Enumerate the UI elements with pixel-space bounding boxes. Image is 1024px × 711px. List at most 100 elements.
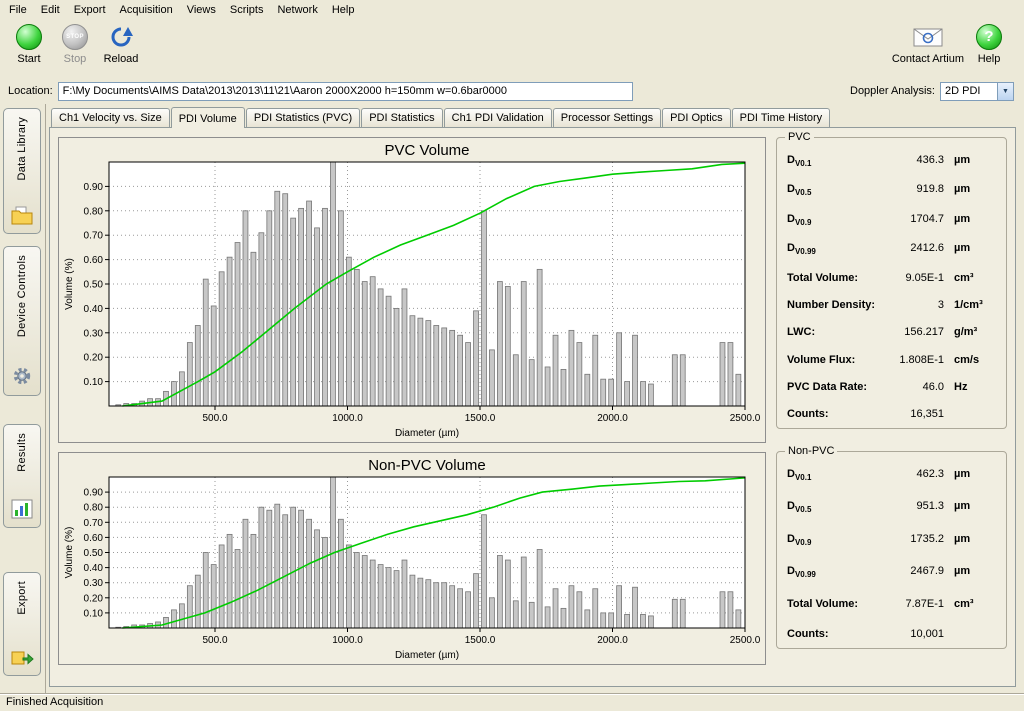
stat-unit: cm³ bbox=[954, 272, 996, 284]
svg-text:2500.0: 2500.0 bbox=[730, 635, 761, 646]
stat-value: 7.87E-1 bbox=[858, 598, 954, 610]
location-input[interactable]: F:\My Documents\AIMS Data\2013\2013\11\2… bbox=[58, 82, 633, 101]
stat-label: Total Volume: bbox=[787, 272, 858, 284]
tab-pdi-statistics[interactable]: PDI Statistics bbox=[361, 108, 442, 127]
stat-value: 156.217 bbox=[815, 326, 954, 338]
non-pvc-stats-group: Non-PVC DV0.1462.3µmDV0.5951.3µmDV0.9173… bbox=[776, 451, 1007, 649]
non-pvc-volume-chart-panel: 0.100.200.300.400.500.600.700.800.90500.… bbox=[58, 452, 766, 665]
menu-item-acquisition[interactable]: Acquisition bbox=[113, 1, 180, 19]
stat-label: Total Volume: bbox=[787, 598, 858, 610]
menu-item-export[interactable]: Export bbox=[67, 1, 113, 19]
charts-column: 0.100.200.300.400.500.600.700.800.90500.… bbox=[58, 137, 766, 678]
help-icon: ? bbox=[976, 24, 1002, 50]
sidebar-item-device-controls[interactable]: Device Controls bbox=[3, 246, 41, 396]
stat-value: 462.3 bbox=[811, 468, 954, 480]
stat-label: Counts: bbox=[787, 628, 829, 640]
start-icon bbox=[16, 24, 42, 50]
tab-ch1-pdi-validation[interactable]: Ch1 PDI Validation bbox=[444, 108, 552, 127]
tab-ch1-velocity-vs-size[interactable]: Ch1 Velocity vs. Size bbox=[51, 108, 170, 127]
statistics-column: PVC DV0.1436.3µmDV0.5919.8µmDV0.91704.7µ… bbox=[776, 137, 1007, 678]
reload-label: Reload bbox=[100, 53, 142, 65]
pdi-volume-tab-panel: 0.100.200.300.400.500.600.700.800.90500.… bbox=[49, 127, 1016, 687]
stat-row: Number Density:31/cm³ bbox=[787, 299, 996, 311]
pvc-group-title: PVC bbox=[785, 131, 814, 143]
stop-label: Stop bbox=[54, 53, 96, 65]
menu-item-help[interactable]: Help bbox=[325, 1, 362, 19]
stat-value: 2467.9 bbox=[816, 565, 954, 577]
stat-row: Counts:16,351 bbox=[787, 408, 996, 420]
contact-artium-button[interactable]: Contact Artium bbox=[892, 23, 964, 65]
stat-unit: µm bbox=[954, 565, 996, 577]
doppler-analysis-select[interactable]: 2D PDI ▼ bbox=[940, 82, 1014, 101]
stat-unit: µm bbox=[954, 183, 996, 195]
status-bar: Finished Acquisition bbox=[0, 693, 1024, 711]
main-area: Data Library Device Controls bbox=[0, 104, 1024, 693]
menu-item-views[interactable]: Views bbox=[180, 1, 223, 19]
svg-text:0.30: 0.30 bbox=[84, 328, 104, 339]
sidebar-item-label: Results bbox=[16, 433, 28, 472]
stat-unit: µm bbox=[954, 500, 996, 512]
svg-text:0.20: 0.20 bbox=[84, 353, 104, 364]
stat-row: DV0.91704.7µm bbox=[787, 213, 996, 227]
sidebar-item-results[interactable]: Results bbox=[3, 424, 41, 528]
contact-artium-label: Contact Artium bbox=[892, 53, 964, 65]
non-pvc-stats-rows: DV0.1462.3µmDV0.5951.3µmDV0.91735.2µmDV0… bbox=[787, 468, 996, 640]
stat-label: LWC: bbox=[787, 326, 815, 338]
stat-label: DV0.1 bbox=[787, 468, 811, 482]
stat-value: 46.0 bbox=[867, 381, 954, 393]
stat-unit: g/m³ bbox=[954, 326, 996, 338]
stat-value: 2412.6 bbox=[816, 242, 954, 254]
stat-label: Counts: bbox=[787, 408, 829, 420]
svg-text:0.70: 0.70 bbox=[84, 231, 104, 242]
stat-label: DV0.99 bbox=[787, 565, 816, 579]
svg-text:1000.0: 1000.0 bbox=[332, 413, 363, 424]
chevron-down-icon[interactable]: ▼ bbox=[997, 83, 1013, 100]
svg-text:Volume (%): Volume (%) bbox=[64, 527, 75, 579]
svg-text:0.40: 0.40 bbox=[84, 563, 104, 574]
stat-label: DV0.5 bbox=[787, 183, 811, 197]
svg-text:Non-PVC Volume: Non-PVC Volume bbox=[368, 457, 486, 474]
stat-value: 951.3 bbox=[811, 500, 954, 512]
stat-row: Total Volume:9.05E-1cm³ bbox=[787, 272, 996, 284]
tab-pdi-statistics-pvc[interactable]: PDI Statistics (PVC) bbox=[246, 108, 360, 127]
svg-text:1000.0: 1000.0 bbox=[332, 635, 363, 646]
help-button[interactable]: ? Help bbox=[968, 23, 1010, 65]
pvc-volume-chart-panel: 0.100.200.300.400.500.600.700.800.90500.… bbox=[58, 137, 766, 443]
menu-item-scripts[interactable]: Scripts bbox=[223, 1, 271, 19]
sidebar-item-label: Device Controls bbox=[16, 255, 28, 337]
svg-text:0.20: 0.20 bbox=[84, 593, 104, 604]
menu-item-network[interactable]: Network bbox=[270, 1, 324, 19]
location-label: Location: bbox=[8, 85, 53, 97]
stop-button[interactable]: STOP Stop bbox=[54, 23, 96, 65]
svg-text:1500.0: 1500.0 bbox=[465, 413, 496, 424]
stat-value: 3 bbox=[875, 299, 954, 311]
svg-text:0.80: 0.80 bbox=[84, 206, 104, 217]
stat-value: 10,001 bbox=[829, 628, 954, 640]
menu-item-file[interactable]: File bbox=[2, 1, 34, 19]
stat-label: DV0.5 bbox=[787, 500, 811, 514]
svg-text:0.60: 0.60 bbox=[84, 533, 104, 544]
reload-icon bbox=[100, 23, 142, 50]
sidebar-item-export[interactable]: Export bbox=[3, 572, 41, 676]
reload-button[interactable]: Reload bbox=[100, 23, 142, 65]
sidebar-item-data-library[interactable]: Data Library bbox=[3, 108, 41, 234]
tab-pdi-volume[interactable]: PDI Volume bbox=[171, 107, 245, 128]
stat-row: PVC Data Rate:46.0Hz bbox=[787, 381, 996, 393]
tab-processor-settings[interactable]: Processor Settings bbox=[553, 108, 661, 127]
tab-pdi-optics[interactable]: PDI Optics bbox=[662, 108, 731, 127]
svg-text:0.90: 0.90 bbox=[84, 182, 104, 193]
start-button[interactable]: Start bbox=[8, 23, 50, 65]
help-label: Help bbox=[968, 53, 1010, 65]
svg-text:1500.0: 1500.0 bbox=[465, 635, 496, 646]
tab-area: Ch1 Velocity vs. SizePDI VolumePDI Stati… bbox=[46, 104, 1024, 693]
menu-item-edit[interactable]: Edit bbox=[34, 1, 67, 19]
stat-label: Volume Flux: bbox=[787, 354, 855, 366]
stat-row: LWC:156.217g/m³ bbox=[787, 326, 996, 338]
stat-value: 9.05E-1 bbox=[858, 272, 954, 284]
tab-pdi-time-history[interactable]: PDI Time History bbox=[732, 108, 831, 127]
doppler-analysis-label: Doppler Analysis: bbox=[850, 85, 935, 97]
non-pvc-volume-chart: 0.100.200.300.400.500.600.700.800.90500.… bbox=[61, 455, 761, 662]
svg-text:PVC Volume: PVC Volume bbox=[384, 142, 469, 159]
svg-text:500.0: 500.0 bbox=[202, 413, 227, 424]
svg-text:0.50: 0.50 bbox=[84, 548, 104, 559]
